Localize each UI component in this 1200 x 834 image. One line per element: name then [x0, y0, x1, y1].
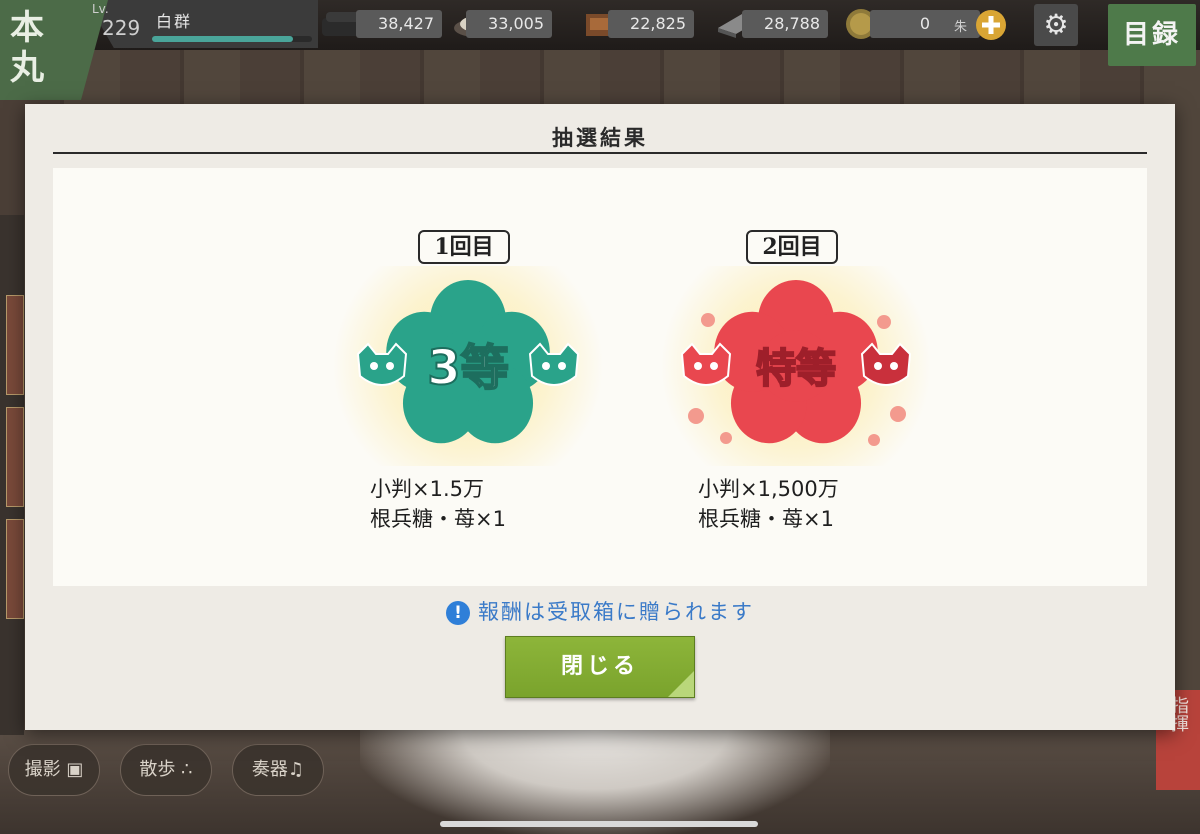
walk-label: 散歩	[139, 759, 176, 780]
photo-button[interactable]: 撮影 ▣	[8, 744, 100, 796]
left-side-card	[6, 407, 24, 507]
title-divider	[53, 152, 1147, 154]
notice-text: 報酬は受取箱に贈られます	[478, 600, 754, 624]
home-indicator[interactable]	[440, 821, 758, 827]
lottery-result-modal: 抽選結果 1回目 3等 小判×1.5万 根兵糖・苺×1 2回目 特等 小判×1,…	[25, 104, 1175, 730]
reward-line: 小判×1,500万	[698, 477, 839, 501]
left-side-card	[6, 519, 24, 619]
reward-list-1: 小判×1.5万 根兵糖・苺×1	[370, 474, 610, 534]
exp-bar	[152, 36, 312, 42]
character-figure	[360, 730, 830, 834]
resource-whetstone: 28,788	[742, 10, 828, 38]
coin-unit: 朱	[954, 20, 968, 35]
draw-label-2: 2回目	[746, 230, 838, 264]
photo-label: 撮影	[24, 759, 61, 780]
draw-result-2: 2回目 特等 小判×1,500万 根兵糖・苺×1	[646, 230, 946, 550]
resource-tamahagane: 33,005	[466, 10, 552, 38]
catalog-button[interactable]: 目録	[1108, 4, 1196, 66]
footprints-icon: ∴	[175, 759, 193, 780]
camera-icon: ▣	[60, 759, 84, 780]
rank-badge-special: 特等	[661, 266, 931, 466]
settings-button[interactable]: ⚙	[1034, 4, 1078, 46]
instrument-label: 奏器	[251, 759, 288, 780]
reward-line: 小判×1.5万	[370, 477, 484, 501]
draw-result-1: 1回目 3等 小判×1.5万 根兵糖・苺×1	[318, 230, 618, 550]
close-button[interactable]: 閉じる	[505, 636, 695, 698]
gear-icon: ⚙	[1043, 8, 1069, 41]
modal-title: 抽選結果	[552, 125, 648, 150]
add-coin-button[interactable]	[974, 8, 1008, 42]
walk-button[interactable]: 散歩 ∴	[120, 744, 212, 796]
exp-bar-fill	[152, 36, 293, 42]
reward-line: 根兵糖・苺×1	[370, 507, 506, 531]
result-panel: 1回目 3等 小判×1.5万 根兵糖・苺×1 2回目 特等 小判×1,500万 …	[53, 168, 1147, 586]
rank-text-2: 特等	[756, 345, 836, 392]
reward-notice: ! 報酬は受取箱に贈られます	[25, 596, 1175, 626]
reward-line: 根兵糖・苺×1	[698, 507, 834, 531]
info-icon: !	[446, 601, 470, 625]
resource-charcoal: 38,427	[356, 10, 442, 38]
left-side-card	[6, 295, 24, 395]
instrument-button[interactable]: 奏器♫	[232, 744, 324, 796]
draw-label-1: 1回目	[418, 230, 510, 264]
reward-list-2: 小判×1,500万 根兵糖・苺×1	[698, 474, 938, 534]
player-name: 白群	[156, 12, 193, 31]
level-value: 229	[102, 16, 141, 40]
rank-text-1: 3等	[427, 340, 508, 396]
level-label: Lv.	[92, 2, 109, 16]
rank-badge-3rd: 3等	[333, 266, 603, 466]
left-side-panel	[0, 215, 24, 735]
resource-cooling-material: 22,825	[608, 10, 694, 38]
music-note-icon: ♫	[287, 759, 305, 780]
